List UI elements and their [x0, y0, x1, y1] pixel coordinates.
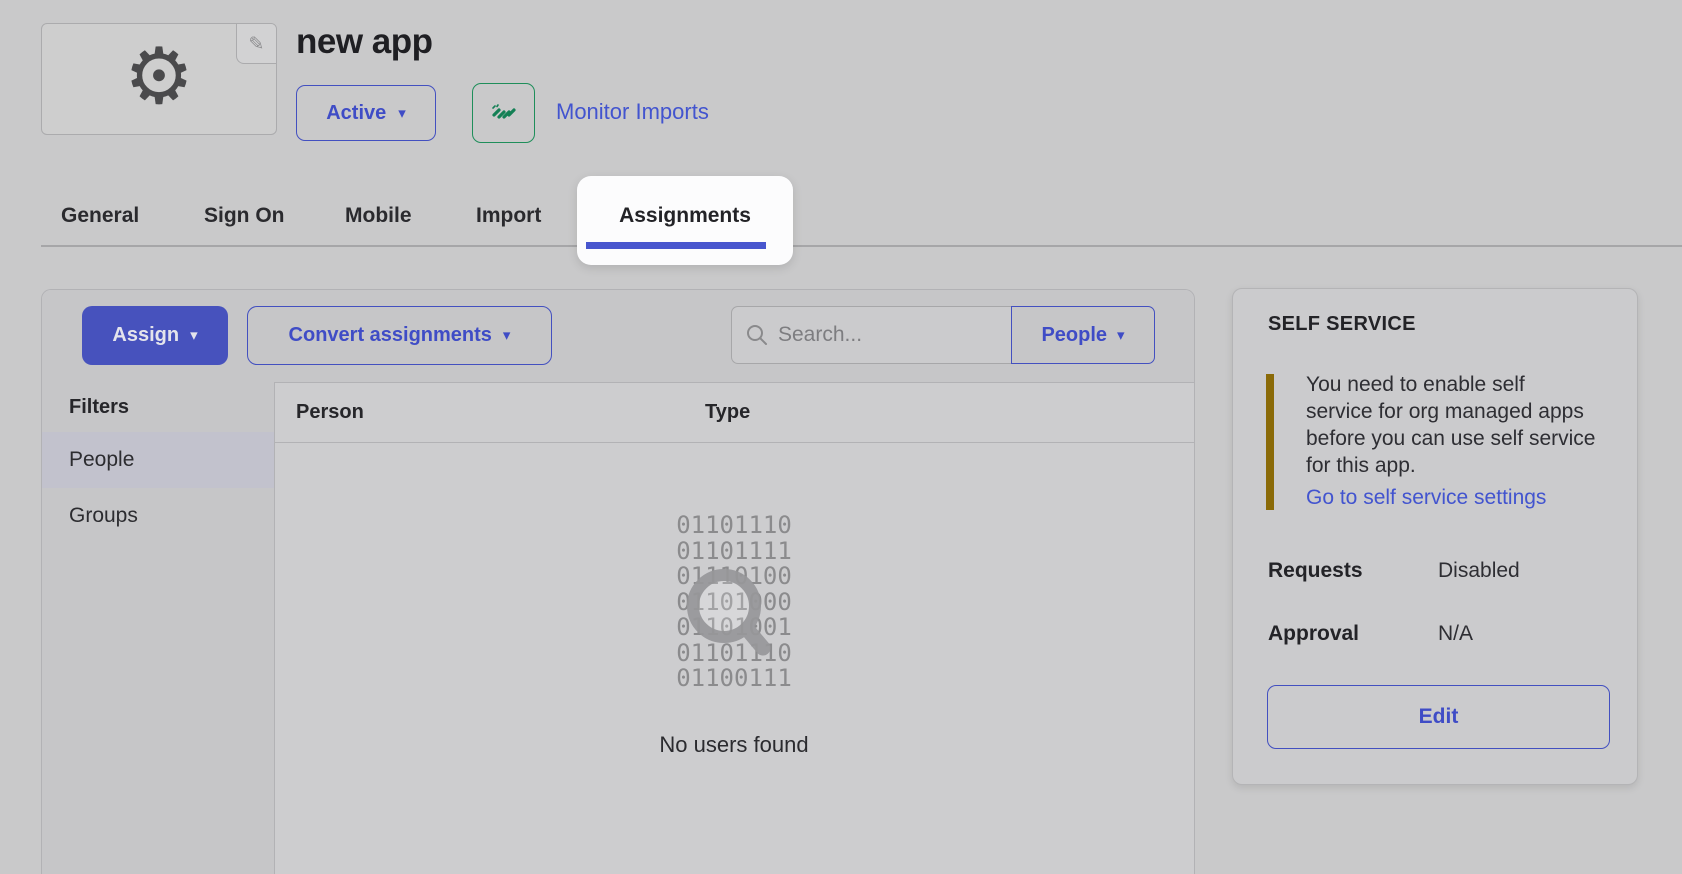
provisioning-button[interactable] — [472, 83, 535, 143]
self-service-settings-link[interactable]: Go to self service settings — [1306, 486, 1546, 510]
binary-line: 01101110 — [274, 513, 1194, 539]
filters-heading: Filters — [42, 382, 274, 432]
approval-row: Approval N/A — [1268, 622, 1607, 648]
approval-value: N/A — [1438, 622, 1473, 646]
requests-value: Disabled — [1438, 559, 1520, 583]
assignments-panel: Assign Convert assignments People — [41, 289, 1195, 874]
requests-row: Requests Disabled — [1268, 559, 1607, 585]
app-status-dropdown[interactable]: Active — [296, 85, 436, 141]
chevron-down-icon — [398, 106, 406, 121]
self-service-heading: SELF SERVICE — [1268, 313, 1416, 336]
convert-assignments-button[interactable]: Convert assignments — [247, 306, 552, 365]
search-group: People — [731, 306, 1155, 364]
sidebar-item-groups[interactable]: Groups — [42, 488, 274, 544]
tab-general[interactable]: General — [61, 204, 139, 228]
approval-label: Approval — [1268, 622, 1359, 646]
binary-line: 01100111 — [274, 666, 1194, 692]
notice-text: You need to enable self service for org … — [1306, 371, 1596, 479]
requests-label: Requests — [1268, 559, 1363, 583]
search-input[interactable] — [731, 306, 1011, 364]
tab-import[interactable]: Import — [476, 204, 541, 228]
search-scope-dropdown[interactable]: People — [1011, 306, 1155, 364]
self-service-panel: SELF SERVICE You need to enable self ser… — [1232, 288, 1638, 785]
assign-button[interactable]: Assign — [82, 306, 228, 365]
app-settings-page: new app Active Monitor Imports General S… — [0, 0, 1682, 874]
app-status-label: Active — [326, 102, 386, 125]
column-header-type: Type — [705, 382, 750, 442]
chevron-down-icon — [503, 328, 511, 343]
app-logo-box — [41, 23, 277, 135]
search-scope-label: People — [1041, 324, 1107, 347]
filters-sidebar: Filters People Groups — [42, 382, 275, 874]
tabs-divider — [41, 245, 1682, 247]
edit-button[interactable]: Edit — [1267, 685, 1610, 749]
empty-state-message: No users found — [274, 732, 1194, 758]
chevron-down-icon — [190, 328, 198, 343]
tab-assignments[interactable]: Assignments — [577, 176, 793, 265]
monitor-imports-link[interactable]: Monitor Imports — [556, 99, 709, 125]
page-title: new app — [296, 22, 433, 62]
magnifier-icon — [679, 562, 777, 664]
self-service-notice: You need to enable self service for org … — [1266, 371, 1596, 510]
tab-sign-on[interactable]: Sign On — [204, 204, 285, 228]
pencil-icon — [249, 33, 265, 55]
binary-line: 01101111 — [274, 539, 1194, 565]
edit-logo-button[interactable] — [236, 24, 276, 64]
search-field — [731, 306, 1011, 364]
column-header-person: Person — [296, 382, 364, 442]
warning-bar — [1266, 374, 1274, 510]
convert-button-label: Convert assignments — [289, 324, 492, 347]
handshake-icon — [491, 104, 517, 122]
chevron-down-icon — [1117, 328, 1125, 343]
assignments-toolbar: Assign Convert assignments People — [42, 290, 1194, 383]
assignments-table-header: Person Type — [274, 382, 1194, 443]
tab-assignments-label: Assignments — [577, 204, 793, 228]
tab-mobile[interactable]: Mobile — [345, 204, 412, 228]
active-tab-indicator — [586, 242, 766, 249]
sidebar-item-people[interactable]: People — [42, 432, 274, 488]
assign-button-label: Assign — [112, 324, 179, 347]
